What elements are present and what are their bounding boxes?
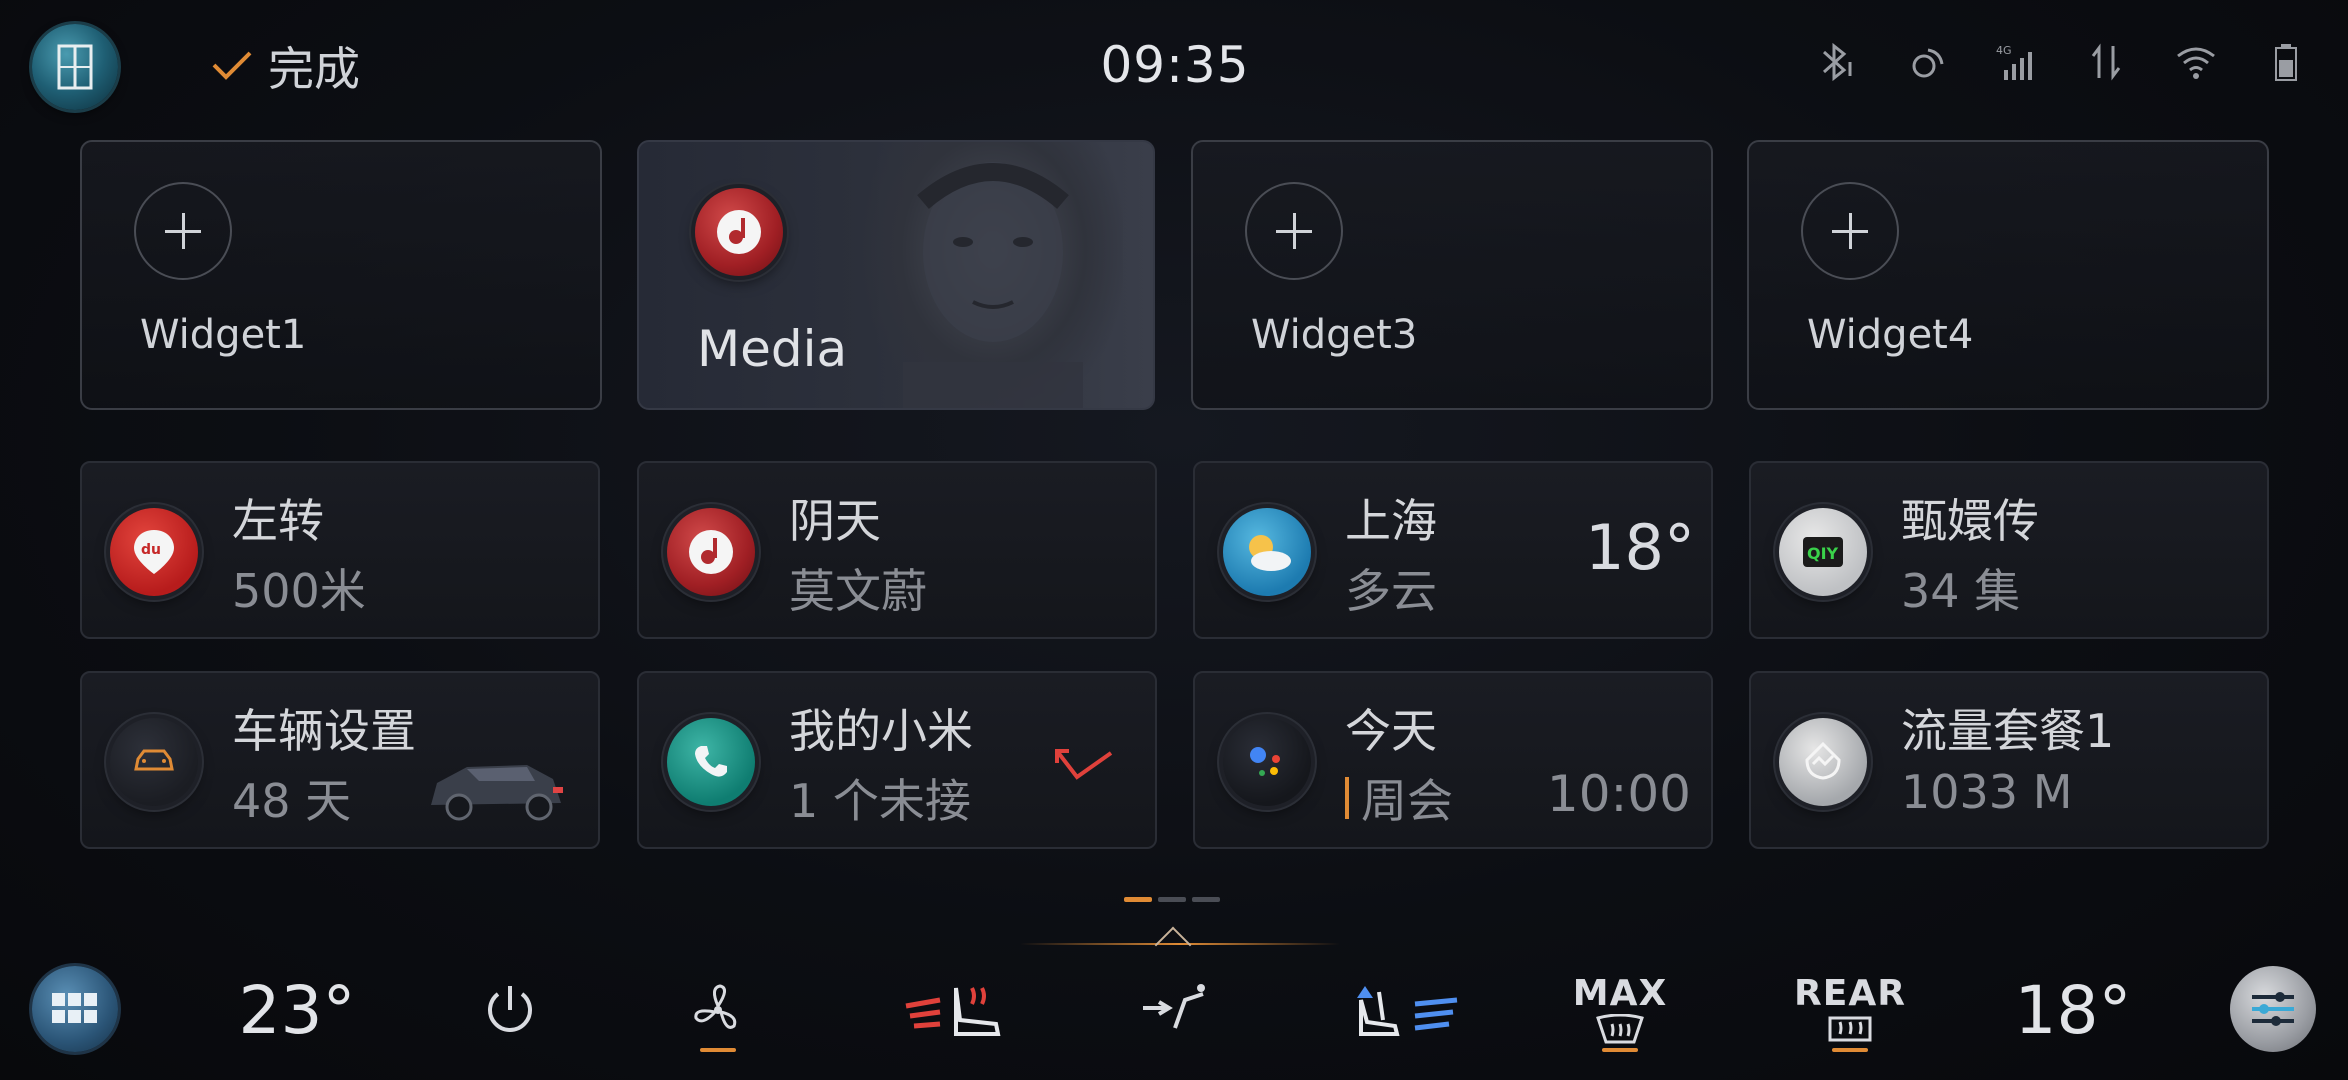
battery-icon — [2264, 40, 2308, 84]
artist-photo — [863, 142, 1123, 408]
nav-direction: 左转 — [232, 494, 324, 548]
song-artist: 莫文蔚 — [789, 564, 927, 618]
widget-label: Widget4 — [1807, 312, 1974, 358]
data-transfer-icon — [2084, 40, 2128, 84]
vehicle-settings-card[interactable]: 车辆设置 48 天 — [80, 671, 600, 849]
event-time: 10:00 — [1546, 765, 1691, 823]
music-app-icon[interactable] — [695, 188, 783, 276]
app-grid-button[interactable] — [32, 966, 118, 1052]
seat-vent-button[interactable] — [1340, 960, 1470, 1060]
power-icon — [488, 986, 532, 1032]
driver-temp-value: 23° — [238, 971, 356, 1049]
media-widget[interactable]: Media — [637, 140, 1155, 410]
widget-label: Widget1 — [140, 312, 307, 358]
schedule-card[interactable]: 今天 周会 10:00 — [1193, 671, 1713, 849]
weather-condition: 多云 — [1345, 564, 1437, 618]
nav-distance: 500米 — [232, 564, 366, 618]
event-name: 周会 — [1361, 774, 1453, 828]
data-plan-card[interactable]: 流量套餐1 1033 M — [1749, 671, 2269, 849]
widget-slot-4[interactable]: Widget4 — [1747, 140, 2269, 410]
max-defrost-button[interactable]: MAX — [1565, 960, 1675, 1060]
clock: 09:35 — [1100, 36, 1250, 94]
add-icon[interactable] — [1245, 182, 1343, 280]
rear-defrost-icon — [1828, 1016, 1872, 1041]
episode-count: 34 集 — [1901, 564, 2021, 618]
widget-slot-3[interactable]: Widget3 — [1191, 140, 1713, 410]
seat-heat-icon — [905, 987, 1001, 1036]
fan-icon — [694, 984, 737, 1029]
phone-card[interactable]: 我的小米 1 个未接 — [637, 671, 1157, 849]
brand-logo-button[interactable] — [32, 24, 118, 110]
media-label: Media — [697, 320, 848, 378]
driver-temperature[interactable]: 23° — [232, 960, 362, 1060]
schedule-day: 今天 — [1345, 704, 1437, 758]
baidu-map-icon: du — [110, 508, 198, 596]
add-icon[interactable] — [1801, 182, 1899, 280]
seat-heat-button[interactable] — [895, 960, 1015, 1060]
svg-text:QIY: QIY — [1807, 544, 1839, 563]
missed-call-icon — [1053, 743, 1113, 787]
rear-defrost-button[interactable]: REAR — [1790, 960, 1910, 1060]
check-icon — [212, 51, 252, 80]
weather-icon — [1223, 508, 1311, 596]
climate-power-button[interactable] — [470, 960, 550, 1060]
hotspot-icon — [1904, 40, 1948, 84]
climate-settings-button[interactable] — [2230, 966, 2316, 1052]
rear-label: REAR — [1794, 972, 1906, 1014]
page-dot-2[interactable] — [1158, 897, 1186, 902]
done-label: 完成 — [268, 42, 360, 96]
lincoln-star-icon — [57, 44, 93, 90]
assistant-icon — [1223, 718, 1311, 806]
signal-4g-icon: 4G — [1994, 40, 2038, 84]
status-bar: 4G — [1814, 40, 2308, 84]
rear-active-indicator — [1832, 1048, 1868, 1052]
chevron-up-icon[interactable] — [1154, 926, 1192, 964]
data-usage-icon — [1779, 718, 1867, 806]
music-card[interactable]: 阴天 莫文蔚 — [637, 461, 1157, 639]
iqiyi-icon: QIY — [1779, 508, 1867, 596]
vehicle-title: 车辆设置 — [232, 704, 416, 758]
add-icon[interactable] — [134, 182, 232, 280]
sliders-icon — [2252, 992, 2294, 1026]
video-card[interactable]: QIY 甄嬛传 34 集 — [1749, 461, 2269, 639]
max-label: MAX — [1572, 972, 1668, 1014]
fan-button[interactable] — [678, 960, 758, 1060]
car-image — [427, 743, 567, 837]
airflow-icon — [1143, 984, 1205, 1029]
page-dot-1[interactable] — [1124, 897, 1152, 902]
bluetooth-icon — [1814, 40, 1858, 84]
fan-active-indicator — [700, 1048, 736, 1052]
song-title: 阴天 — [789, 494, 881, 548]
front-defrost-icon — [1596, 1013, 1644, 1043]
svg-text:du: du — [141, 542, 161, 558]
done-button[interactable]: 完成 — [210, 38, 360, 96]
page-dot-3[interactable] — [1192, 897, 1220, 902]
widget-label: Widget3 — [1251, 312, 1418, 358]
data-plan-title: 流量套餐1 — [1901, 704, 2115, 758]
grid-icon — [52, 993, 97, 1023]
event-marker — [1345, 777, 1349, 819]
data-remaining: 1033 M — [1901, 765, 2073, 819]
airflow-button[interactable] — [1130, 960, 1220, 1060]
weather-city: 上海 — [1345, 494, 1437, 548]
car-icon — [110, 718, 198, 806]
weather-card[interactable]: 上海 多云 18° — [1193, 461, 1713, 639]
phone-icon — [667, 718, 755, 806]
wifi-icon — [2174, 40, 2218, 84]
vehicle-days: 48 天 — [232, 774, 352, 828]
weather-temp: 18° — [1585, 511, 1695, 584]
passenger-temperature[interactable]: 18° — [2008, 960, 2138, 1060]
missed-calls: 1 个未接 — [789, 774, 971, 828]
page-indicator[interactable] — [1124, 897, 1220, 902]
music-app-icon — [667, 508, 755, 596]
show-title: 甄嬛传 — [1901, 494, 2039, 548]
widget-slot-1[interactable]: Widget1 — [80, 140, 602, 410]
navigation-card[interactable]: du 左转 500米 — [80, 461, 600, 639]
max-active-indicator — [1602, 1048, 1638, 1052]
passenger-temp-value: 18° — [2014, 971, 2132, 1049]
seat-vent-icon — [1357, 986, 1458, 1036]
contact-name: 我的小米 — [789, 704, 973, 758]
svg-text:4G: 4G — [1996, 44, 2012, 57]
